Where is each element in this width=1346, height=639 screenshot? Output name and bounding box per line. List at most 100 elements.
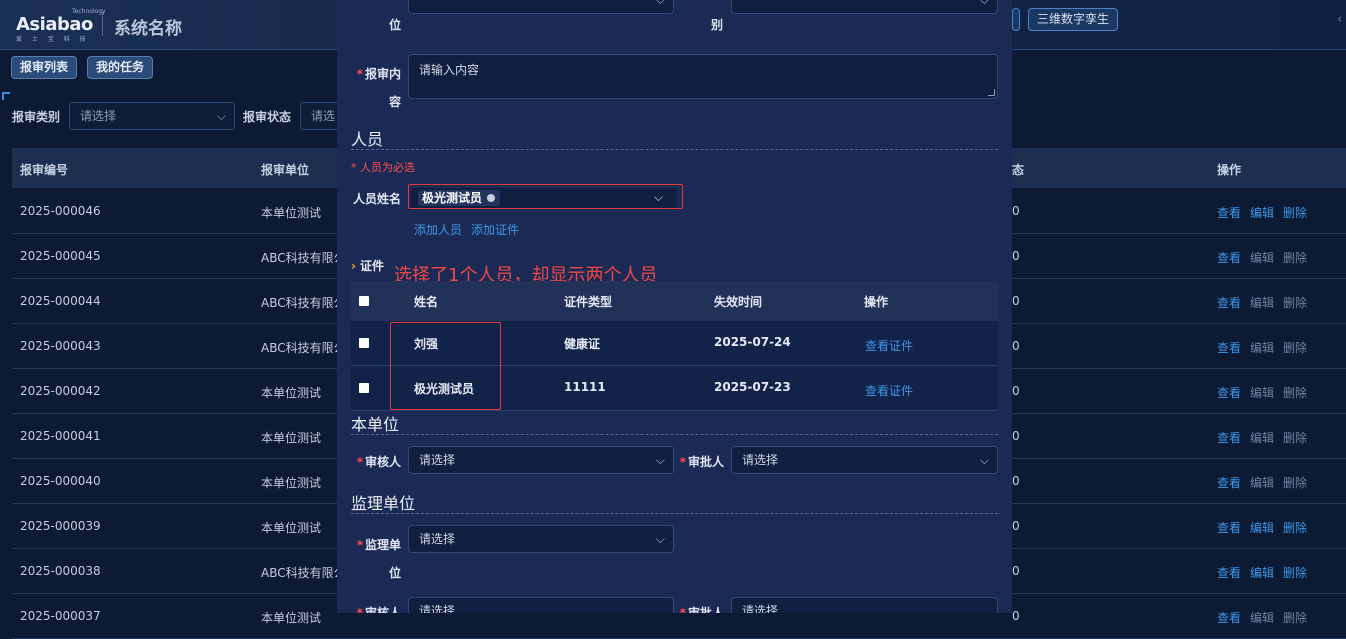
- collapse-icon[interactable]: ‹: [1337, 12, 1342, 26]
- content-label-text: 报审内容: [364, 67, 401, 109]
- supervisor-approver-label-text: 审批人: [687, 606, 724, 613]
- tab-review-list[interactable]: 报审列表: [11, 56, 78, 79]
- cert-type: 健康证: [564, 337, 601, 351]
- content-textarea[interactable]: 请输入内容: [408, 54, 998, 99]
- edit-link[interactable]: 编辑: [1250, 339, 1274, 356]
- delete-link[interactable]: 删除: [1283, 294, 1307, 311]
- cell-id: 2025-000041: [20, 429, 101, 443]
- supervisor-unit-select[interactable]: 请选择 ⌵: [408, 525, 674, 553]
- edit-link[interactable]: 编辑: [1250, 384, 1274, 401]
- column-header-id: 报审编号: [20, 163, 69, 177]
- filter-category-label: 报审类别: [12, 110, 61, 124]
- cell-id: 2025-000044: [20, 294, 101, 308]
- cert-column-type: 证件类型: [564, 295, 613, 309]
- supervisor-unit-label-text: 监理单位: [364, 538, 401, 580]
- approver-placeholder: 请选择: [742, 453, 779, 467]
- cell-unit: ABC科技有限公: [261, 341, 346, 355]
- edit-link[interactable]: 编辑: [1250, 519, 1274, 536]
- cert-expiry: 2025-07-23: [714, 380, 791, 394]
- delete-link[interactable]: 删除: [1283, 204, 1307, 221]
- supervisor-approver-label: * 审批人: [674, 604, 724, 613]
- cert-column-expiry: 失效时间: [714, 295, 763, 309]
- add-person-link[interactable]: 添加人员: [414, 221, 462, 238]
- edit-link[interactable]: 编辑: [1250, 294, 1274, 311]
- personnel-required-hint: * 人员为必选: [351, 161, 415, 174]
- column-header-unit: 报审单位: [261, 163, 310, 177]
- supervisor-approver-select[interactable]: 请选择: [731, 597, 998, 613]
- cell-id: 2025-000042: [20, 384, 101, 398]
- supervisor-approver-placeholder: 请选择: [742, 604, 779, 613]
- unit-label-tail: 位: [388, 18, 401, 32]
- panel-corner-decoration: [2, 92, 10, 100]
- add-cert-link[interactable]: 添加证件: [471, 221, 519, 238]
- view-link[interactable]: 查看: [1217, 429, 1241, 446]
- resize-handle[interactable]: [988, 89, 995, 96]
- view-link[interactable]: 查看: [1217, 519, 1241, 536]
- reviewer-placeholder: 请选择: [419, 453, 456, 467]
- filter-category-select[interactable]: 请选择 ⌵: [69, 102, 235, 130]
- system-name: 系统名称: [114, 19, 182, 39]
- edit-link[interactable]: 编辑: [1250, 474, 1274, 491]
- edit-link[interactable]: 编辑: [1250, 204, 1274, 221]
- delete-link[interactable]: 删除: [1283, 564, 1307, 581]
- top-button-partial[interactable]: [1012, 8, 1020, 31]
- delete-link[interactable]: 删除: [1283, 474, 1307, 491]
- reviewer-label: * 审核人: [356, 455, 401, 469]
- view-link[interactable]: 查看: [1217, 384, 1241, 401]
- cell-status: 0: [1012, 384, 1020, 398]
- view-link[interactable]: 查看: [1217, 609, 1241, 626]
- view-link[interactable]: 查看: [1217, 204, 1241, 221]
- delete-link[interactable]: 删除: [1283, 519, 1307, 536]
- edit-link[interactable]: 编辑: [1250, 564, 1274, 581]
- edit-link[interactable]: 编辑: [1250, 249, 1274, 266]
- reviewer-select[interactable]: 请选择 ⌵: [408, 446, 674, 474]
- delete-link[interactable]: 删除: [1283, 429, 1307, 446]
- delete-link[interactable]: 删除: [1283, 609, 1307, 626]
- section-divider: [351, 434, 998, 435]
- supervisor-reviewer-label: * 审核人: [351, 604, 401, 613]
- row-checkbox[interactable]: [359, 338, 369, 348]
- view-link[interactable]: 查看: [1217, 564, 1241, 581]
- view-link[interactable]: 查看: [1217, 474, 1241, 491]
- supervisor-reviewer-select[interactable]: 请选择: [408, 597, 674, 613]
- personnel-section-title: 人员: [351, 130, 384, 149]
- cell-status: 0: [1012, 204, 1020, 218]
- view-link[interactable]: 查看: [1217, 339, 1241, 356]
- filter-category-placeholder: 请选择: [80, 109, 117, 123]
- view-link[interactable]: 查看: [1217, 249, 1241, 266]
- select-all-checkbox[interactable]: [359, 296, 369, 306]
- delete-link[interactable]: 删除: [1283, 249, 1307, 266]
- tab-my-tasks[interactable]: 我的任务: [87, 56, 154, 79]
- logo-divider: [102, 12, 103, 36]
- view-cert-link[interactable]: 查看证件: [865, 337, 913, 354]
- person-name-label: 人员姓名: [352, 192, 401, 206]
- view-link[interactable]: 查看: [1217, 294, 1241, 311]
- cell-unit: 本单位测试: [261, 476, 322, 490]
- cell-id: 2025-000038: [20, 564, 101, 578]
- approver-select[interactable]: 请选择 ⌵: [731, 446, 998, 474]
- cell-id: 2025-000040: [20, 474, 101, 488]
- view-cert-link[interactable]: 查看证件: [865, 382, 913, 399]
- supervisor-unit-label: * 监理单位: [356, 538, 401, 580]
- cert-column-name: 姓名: [414, 295, 439, 309]
- supervisor-section-title: 监理单位: [351, 494, 416, 513]
- cell-status: 0: [1012, 564, 1020, 578]
- column-header-actions: 操作: [1217, 163, 1242, 177]
- column-header-status: 态: [1012, 163, 1025, 177]
- approver-label-text: 审批人: [687, 455, 724, 469]
- delete-link[interactable]: 删除: [1283, 339, 1307, 356]
- cell-status: 0: [1012, 519, 1020, 533]
- row-checkbox[interactable]: [359, 383, 369, 393]
- edit-link[interactable]: 编辑: [1250, 429, 1274, 446]
- cell-unit: ABC科技有限公: [261, 566, 346, 580]
- content-label: * 报审内容: [356, 67, 401, 109]
- chevron-down-icon: ⌵: [655, 0, 665, 7]
- highlight-box-person-select: [408, 184, 683, 209]
- edit-link[interactable]: 编辑: [1250, 609, 1274, 626]
- cell-id: 2025-000043: [20, 339, 101, 353]
- digital-twin-button[interactable]: 三维数字孪生: [1028, 8, 1119, 31]
- cell-status: 0: [1012, 609, 1020, 623]
- unit-select[interactable]: ⌵: [408, 0, 674, 14]
- delete-link[interactable]: 删除: [1283, 384, 1307, 401]
- category-select[interactable]: ⌵: [731, 0, 998, 14]
